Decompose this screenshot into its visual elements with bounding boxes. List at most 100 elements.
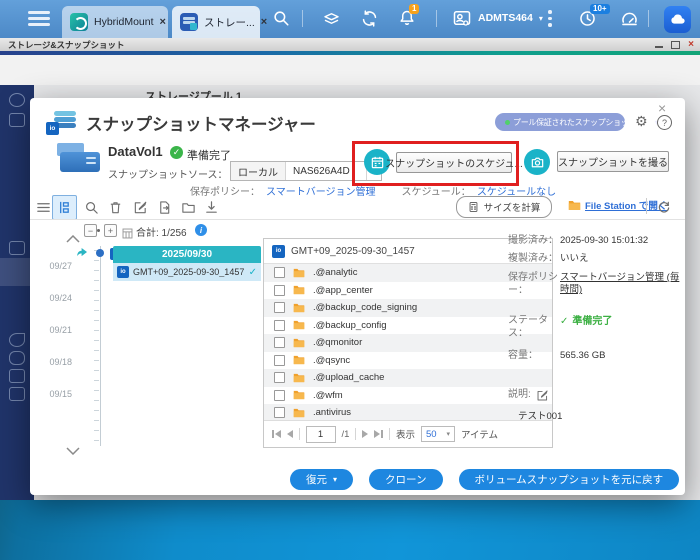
info-icon[interactable]: i [195,224,207,236]
separator [646,198,647,214]
pool-guaranteed-area-button[interactable]: プール保証されたスナップショット領域 ▾ [495,113,659,131]
calendar-grid-icon[interactable] [117,223,137,243]
minimize-button[interactable] [655,46,664,48]
chevron-down-icon: ▾ [538,13,543,23]
remote-snapshot-icon [77,248,88,257]
page-size-dropdown[interactable]: 50 ▾ [420,426,455,442]
sidebar-active-item[interactable] [0,258,34,286]
first-page-icon[interactable] [272,430,281,438]
pagination-bar: /1 表示 50 ▾ アイテム [264,420,552,447]
row-checkbox[interactable] [274,267,285,279]
total-count-label: 合計: 1/256 [136,228,187,239]
row-checkbox[interactable] [274,372,285,384]
selected-snapshot-row[interactable]: io GMT+09_2025-09-30_1457... ✓ [113,263,261,281]
restore-button[interactable]: 復元 ▾ [290,469,354,490]
notifications-bell-icon[interactable]: 1 [398,4,420,27]
refresh-icon[interactable] [654,198,674,218]
list-view-icon[interactable] [33,197,53,217]
tab-label: ストレー... [204,16,255,29]
row-checkbox[interactable] [274,302,285,314]
prev-page-icon[interactable] [286,430,293,438]
tab-close-icon[interactable]: × [160,16,166,28]
snapshot-schedule-button[interactable]: スナップショットのスケジュ... [385,152,523,173]
timeline-date: 09/24 [49,293,72,303]
last-page-icon[interactable] [374,430,383,438]
open-file-station-link[interactable]: File Station で開く [568,198,667,212]
file-stack-icon[interactable] [322,9,341,28]
tab-storage[interactable]: ストレー... × [172,6,267,38]
cloud-icon[interactable] [9,351,25,365]
dialog-help-icon[interactable]: ? [657,115,672,130]
row-checkbox[interactable] [274,319,285,331]
row-checkbox[interactable] [274,337,285,349]
retention-policy-link[interactable]: スマートバージョン管理 (毎時間) [560,272,680,297]
taken-label: 撮影済み： [508,235,558,246]
window-title: ストレージ&スナップショット [8,39,125,50]
snapshot-source-dropdown[interactable]: ローカル NAS626A4D ▾ [230,161,382,181]
timeline-view-icon[interactable] [53,197,73,217]
export-file-icon[interactable] [154,197,174,217]
timeline-date: 09/27 [49,261,72,271]
folder-icon [293,303,305,312]
next-page-icon[interactable] [362,430,369,438]
maximize-button[interactable] [671,40,681,49]
window-close-button[interactable]: × [688,40,694,50]
overview-icon[interactable] [9,93,25,107]
selected-check-icon: ✓ [248,266,257,278]
show-label: 表示 [395,430,415,441]
user-icon [453,11,471,26]
folder-icon [293,391,305,400]
background-tasks-icon[interactable]: 10+ [578,4,610,28]
zoom-in-button[interactable]: + [104,224,117,237]
row-checkbox[interactable] [274,389,285,401]
row-checkbox[interactable] [274,354,285,366]
snapshot-details-panel: 撮影済み： 2025-09-30 15:01:32 複製済み： いいえ 保存ポリ… [508,235,680,422]
storage-app-icon [180,13,198,31]
timeline-track [100,246,101,446]
user-menu[interactable]: ADMTS464 ▾ [452,8,543,28]
more-options-icon[interactable] [548,10,552,30]
row-checkbox[interactable] [274,284,285,296]
disks-icon[interactable] [9,369,25,383]
take-snapshot-button[interactable]: スナップショットを撮る [557,151,669,172]
description-value: テスト001 [518,410,563,422]
search-snapshot-icon[interactable] [81,197,101,217]
divider [30,219,685,220]
take-snapshot-camera-icon[interactable] [524,149,550,175]
zoom-slider-handle[interactable] [97,229,100,232]
myqnapcloud-icon[interactable] [664,6,691,33]
snapshot-icon[interactable] [9,241,25,255]
row-checkbox[interactable] [274,407,285,419]
dialog-settings-gear-icon[interactable]: ⚙ [635,114,648,130]
page-total: /1 [341,428,350,440]
snapshot-group-date[interactable]: 2025/09/30 [113,246,261,263]
download-icon[interactable] [201,197,221,217]
timeline-scroll-down-icon[interactable] [66,447,80,455]
main-menu-icon[interactable] [28,11,50,26]
folder-name: .antivirus [313,407,352,419]
utilities-icon[interactable] [9,387,25,401]
timeline-date: 09/15 [49,389,72,399]
items-label: アイテム [460,430,499,441]
folder-open-icon[interactable] [178,197,198,217]
search-icon[interactable] [272,9,290,27]
sync-icon[interactable] [360,9,379,28]
timeline-scroll-up-icon[interactable] [66,235,80,243]
calculate-size-button[interactable]: サイズを計算 [456,196,552,218]
clone-button[interactable]: クローン [369,469,443,490]
page-input[interactable] [305,425,336,443]
storage-icon[interactable] [9,113,25,127]
chevron-down-icon: ▾ [333,475,338,484]
edit-description-icon[interactable] [536,389,549,402]
tab-close-icon[interactable]: × [261,16,267,28]
policy-link[interactable]: スマートバージョン管理 [266,183,376,198]
delete-trash-icon[interactable] [105,197,125,217]
nav-sidebar [0,85,34,500]
cache-icon[interactable] [9,333,25,347]
tab-hybridmount[interactable]: HybridMount × [62,6,168,38]
zoom-out-button[interactable]: − [84,224,97,237]
resource-monitor-icon[interactable] [620,9,639,28]
edit-icon[interactable] [130,197,150,217]
revert-volume-snapshot-button[interactable]: ボリュームスナップショットを元に戻す [458,469,680,490]
dialog-close-icon[interactable]: × [658,100,666,116]
